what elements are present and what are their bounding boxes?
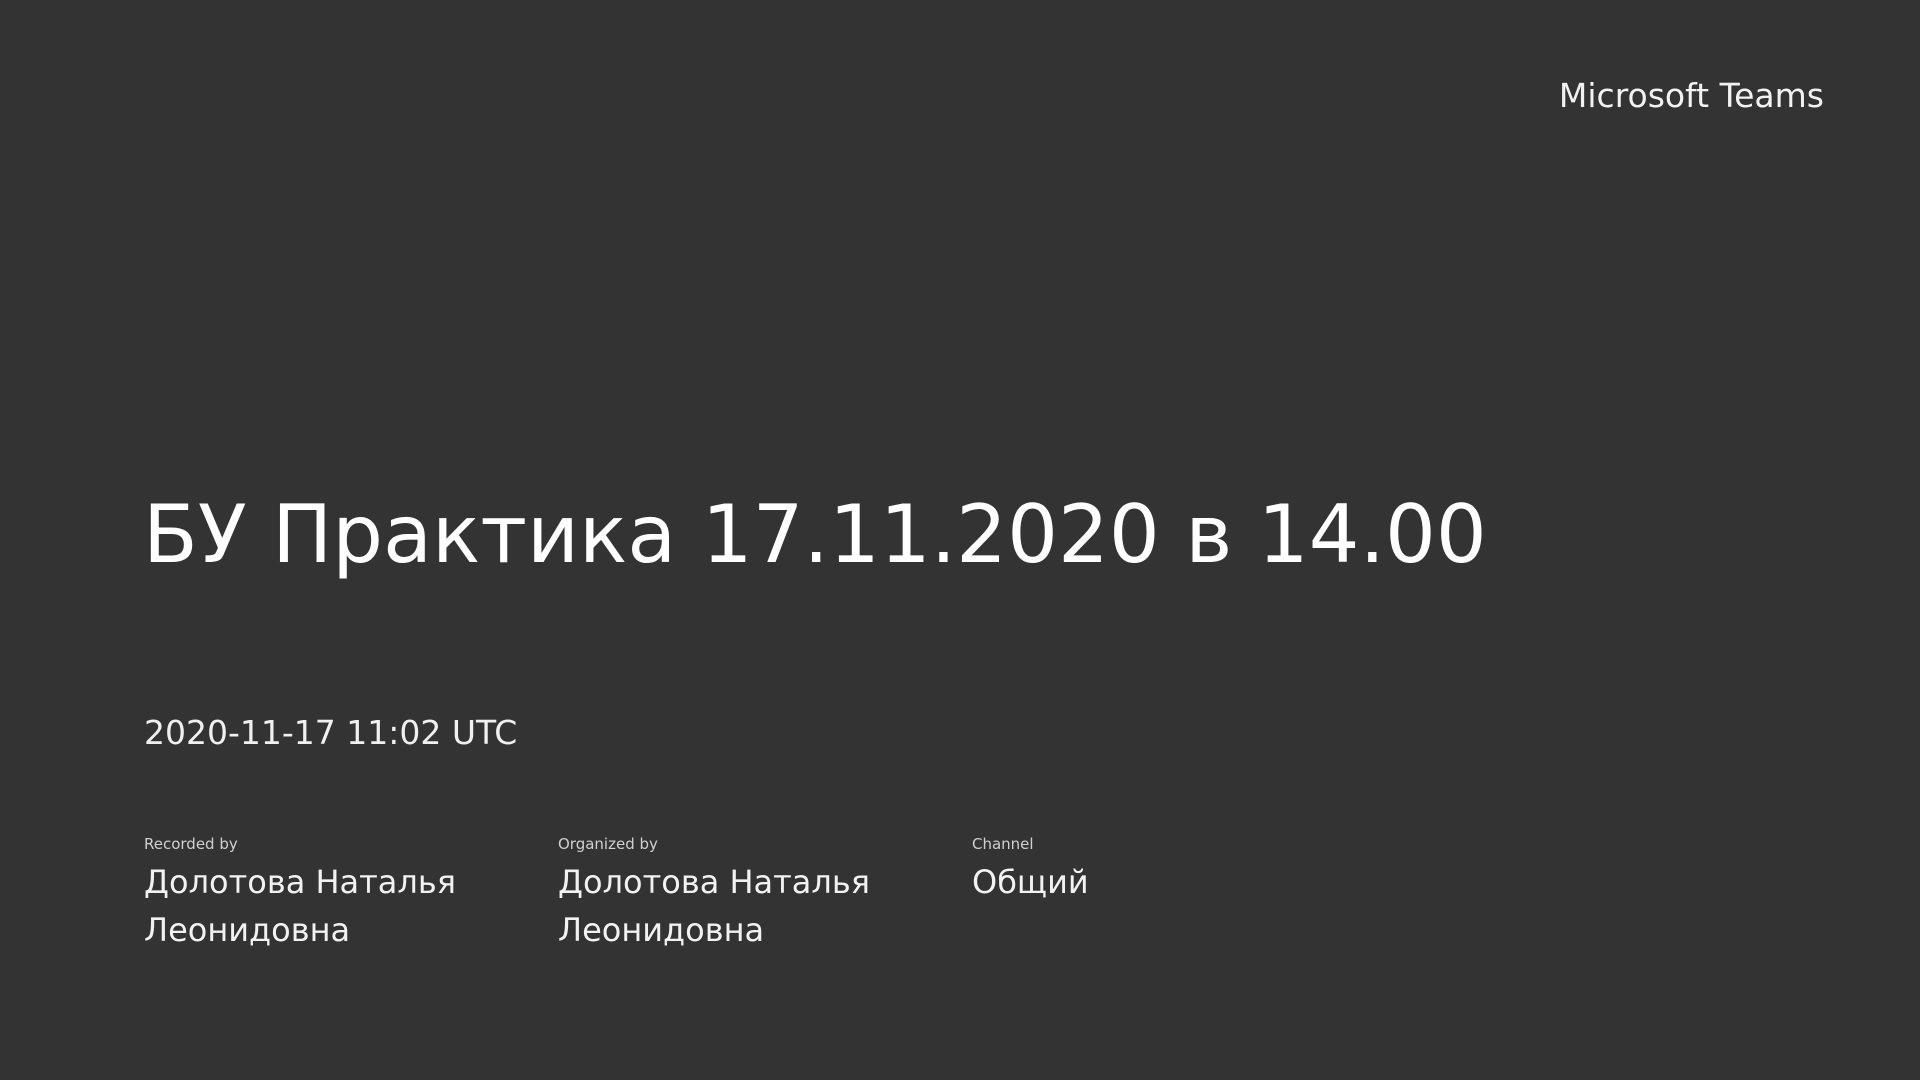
meeting-meta: Recorded by Долотова Наталья Леонидовна … — [144, 834, 1272, 954]
organized-by-value: Долотова Наталья Леонидовна — [558, 863, 870, 949]
recording-datetime: 2020-11-17 11:02 UTC — [144, 713, 518, 752]
organized-by-label: Organized by — [558, 835, 658, 853]
organized-by-section: Organized by Долотова Наталья Леонидовна — [558, 834, 972, 954]
channel-value: Общий — [972, 863, 1089, 901]
recorded-by-label: Recorded by — [144, 835, 238, 853]
brand-label: Microsoft Teams — [1558, 76, 1824, 115]
recorded-by-value: Долотова Наталья Леонидовна — [144, 863, 456, 949]
recorded-by-section: Recorded by Долотова Наталья Леонидовна — [144, 834, 558, 954]
channel-label: Channel — [972, 835, 1034, 853]
recording-title-card: Microsoft Teams БУ Практика 17.11.2020 в… — [0, 0, 1920, 1080]
channel-section: Channel Общий — [972, 834, 1272, 954]
meeting-title: БУ Практика 17.11.2020 в 14.00 — [143, 488, 1487, 581]
